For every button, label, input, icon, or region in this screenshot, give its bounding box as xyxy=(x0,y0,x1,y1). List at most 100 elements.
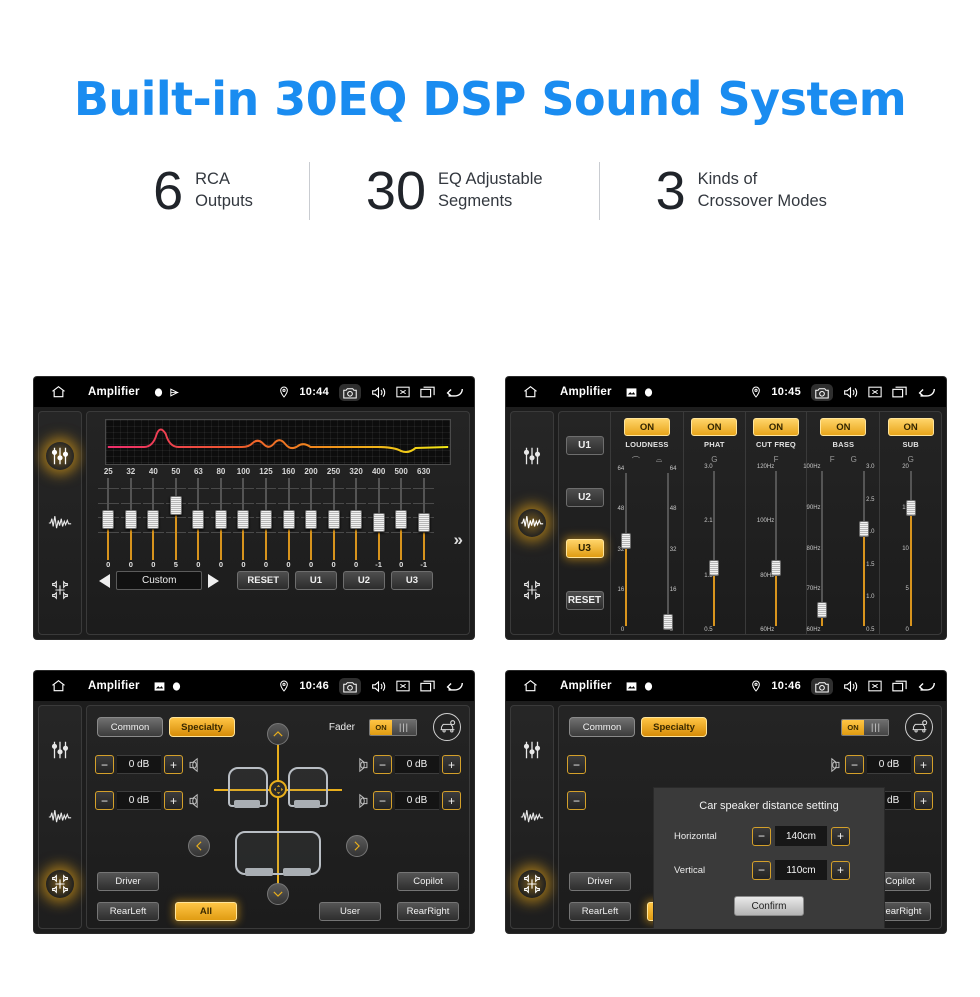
seat-rear[interactable] xyxy=(235,831,321,876)
toggle-bass[interactable]: ON xyxy=(820,418,867,436)
eq-slider-knob[interactable] xyxy=(214,510,227,529)
eq-slider-knob[interactable] xyxy=(350,510,363,529)
equalizer-icon[interactable] xyxy=(518,442,546,470)
eq-slider-knob[interactable] xyxy=(305,510,318,529)
eq-slider-knob[interactable] xyxy=(395,510,408,529)
crossover-slider-knob[interactable] xyxy=(771,560,781,577)
camera-icon[interactable] xyxy=(339,383,361,401)
waveform-icon[interactable] xyxy=(46,509,74,537)
crossover-slider[interactable]: 120Hz 100Hz 80Hz 60Hz xyxy=(757,464,791,633)
back-icon[interactable] xyxy=(917,680,936,693)
crossover-slider-knob[interactable] xyxy=(663,613,673,630)
increase-button[interactable]: + xyxy=(442,755,461,774)
balance-icon[interactable] xyxy=(518,870,546,899)
toggle-sub[interactable]: ON xyxy=(887,418,934,436)
volume-icon[interactable] xyxy=(843,386,858,399)
preset-u1-button[interactable]: U1 xyxy=(565,436,604,456)
decrease-button[interactable]: − xyxy=(752,860,771,880)
eq-slider-knob[interactable] xyxy=(372,512,385,532)
eq-slider[interactable] xyxy=(165,478,188,560)
close-icon[interactable] xyxy=(868,680,882,692)
crossover-slider-knob[interactable] xyxy=(709,560,720,577)
decrease-button[interactable]: − xyxy=(95,791,114,810)
close-icon[interactable] xyxy=(396,386,410,398)
eq-slider-knob[interactable] xyxy=(417,512,430,532)
waveform-icon[interactable] xyxy=(518,508,546,537)
position-user-button[interactable]: User xyxy=(319,902,381,921)
crossover-slider[interactable]: 3.0 2.1 1.3 0.5 xyxy=(699,464,729,633)
eq-slider[interactable] xyxy=(120,478,143,560)
eq-slider[interactable] xyxy=(142,478,165,560)
decrease-button[interactable]: − xyxy=(567,791,586,810)
eq-slider[interactable] xyxy=(97,478,120,560)
home-icon[interactable] xyxy=(516,678,544,694)
fader-toggle[interactable]: ON ||| xyxy=(841,718,889,736)
close-icon[interactable] xyxy=(868,386,882,398)
chevron-right-icon[interactable]: » xyxy=(454,530,463,550)
home-icon[interactable] xyxy=(44,678,72,694)
position-all-button[interactable]: All xyxy=(175,902,237,921)
waveform-icon[interactable] xyxy=(46,803,74,831)
crossover-slider[interactable]: 64 48 32 16 0 xyxy=(611,466,641,633)
camera-icon[interactable] xyxy=(811,677,833,695)
preset-u3-button[interactable]: U3 xyxy=(391,571,433,590)
car-settings-icon[interactable] xyxy=(433,713,461,741)
reset-button[interactable]: RESET xyxy=(237,571,289,590)
eq-slider[interactable] xyxy=(255,478,278,560)
seat-diagram[interactable] xyxy=(188,723,368,905)
position-driver-button[interactable]: Driver xyxy=(569,872,631,891)
back-icon[interactable] xyxy=(917,386,936,399)
eq-slider-knob[interactable] xyxy=(192,510,205,529)
move-right-button[interactable] xyxy=(346,835,368,857)
crossover-slider-knob[interactable] xyxy=(859,520,870,537)
eq-slider[interactable] xyxy=(322,478,345,560)
eq-slider[interactable] xyxy=(187,478,210,560)
back-icon[interactable] xyxy=(445,680,464,693)
increase-button[interactable]: + xyxy=(442,791,461,810)
listening-position-handle[interactable] xyxy=(269,780,287,798)
eq-slider-knob[interactable] xyxy=(237,510,250,529)
position-driver-button[interactable]: Driver xyxy=(97,872,159,891)
eq-slider[interactable] xyxy=(300,478,323,560)
increase-button[interactable]: + xyxy=(831,860,850,880)
waveform-icon[interactable] xyxy=(518,803,546,831)
balance-icon[interactable] xyxy=(46,576,74,604)
eq-slider-knob[interactable] xyxy=(147,510,160,529)
preset-u1-button[interactable]: U1 xyxy=(295,571,337,590)
preset-next-button[interactable] xyxy=(208,573,220,588)
decrease-button[interactable]: − xyxy=(373,755,392,774)
crossover-slider-knob[interactable] xyxy=(905,499,916,516)
toggle-loudness[interactable]: ON xyxy=(624,418,670,436)
move-up-button[interactable] xyxy=(267,723,289,745)
recent-apps-icon[interactable] xyxy=(892,680,907,692)
eq-slider[interactable] xyxy=(412,478,435,560)
reset-button[interactable]: RESET xyxy=(565,590,604,610)
tab-common[interactable]: Common xyxy=(569,717,635,737)
eq-slider-knob[interactable] xyxy=(124,510,137,529)
preset-u3-button[interactable]: U3 xyxy=(565,539,604,559)
tab-specialty[interactable]: Specialty xyxy=(641,717,707,737)
position-rearleft-button[interactable]: RearLeft xyxy=(97,902,159,921)
eq-slider[interactable] xyxy=(277,478,300,560)
position-rearright-button[interactable]: RearRight xyxy=(397,902,459,921)
move-left-button[interactable] xyxy=(188,835,210,857)
camera-icon[interactable] xyxy=(811,383,833,401)
decrease-button[interactable]: − xyxy=(752,826,771,846)
crossover-slider-knob[interactable] xyxy=(817,602,828,619)
increase-button[interactable]: + xyxy=(164,791,183,810)
home-icon[interactable] xyxy=(44,384,72,400)
crossover-slider[interactable]: 20151050 xyxy=(896,464,926,633)
seat-driver[interactable] xyxy=(228,767,268,808)
car-settings-icon[interactable] xyxy=(905,713,933,741)
toggle-phat[interactable]: ON xyxy=(691,418,738,436)
home-icon[interactable] xyxy=(516,384,544,400)
balance-icon[interactable] xyxy=(46,870,74,899)
eq-slider[interactable] xyxy=(345,478,368,560)
fader-toggle[interactable]: ON ||| xyxy=(369,718,417,736)
tab-specialty[interactable]: Specialty xyxy=(169,717,235,737)
preset-prev-button[interactable] xyxy=(99,573,110,588)
volume-icon[interactable] xyxy=(843,680,858,693)
crossover-slider-knob[interactable] xyxy=(621,533,631,550)
equalizer-icon[interactable] xyxy=(46,441,74,470)
increase-button[interactable]: + xyxy=(914,755,933,774)
